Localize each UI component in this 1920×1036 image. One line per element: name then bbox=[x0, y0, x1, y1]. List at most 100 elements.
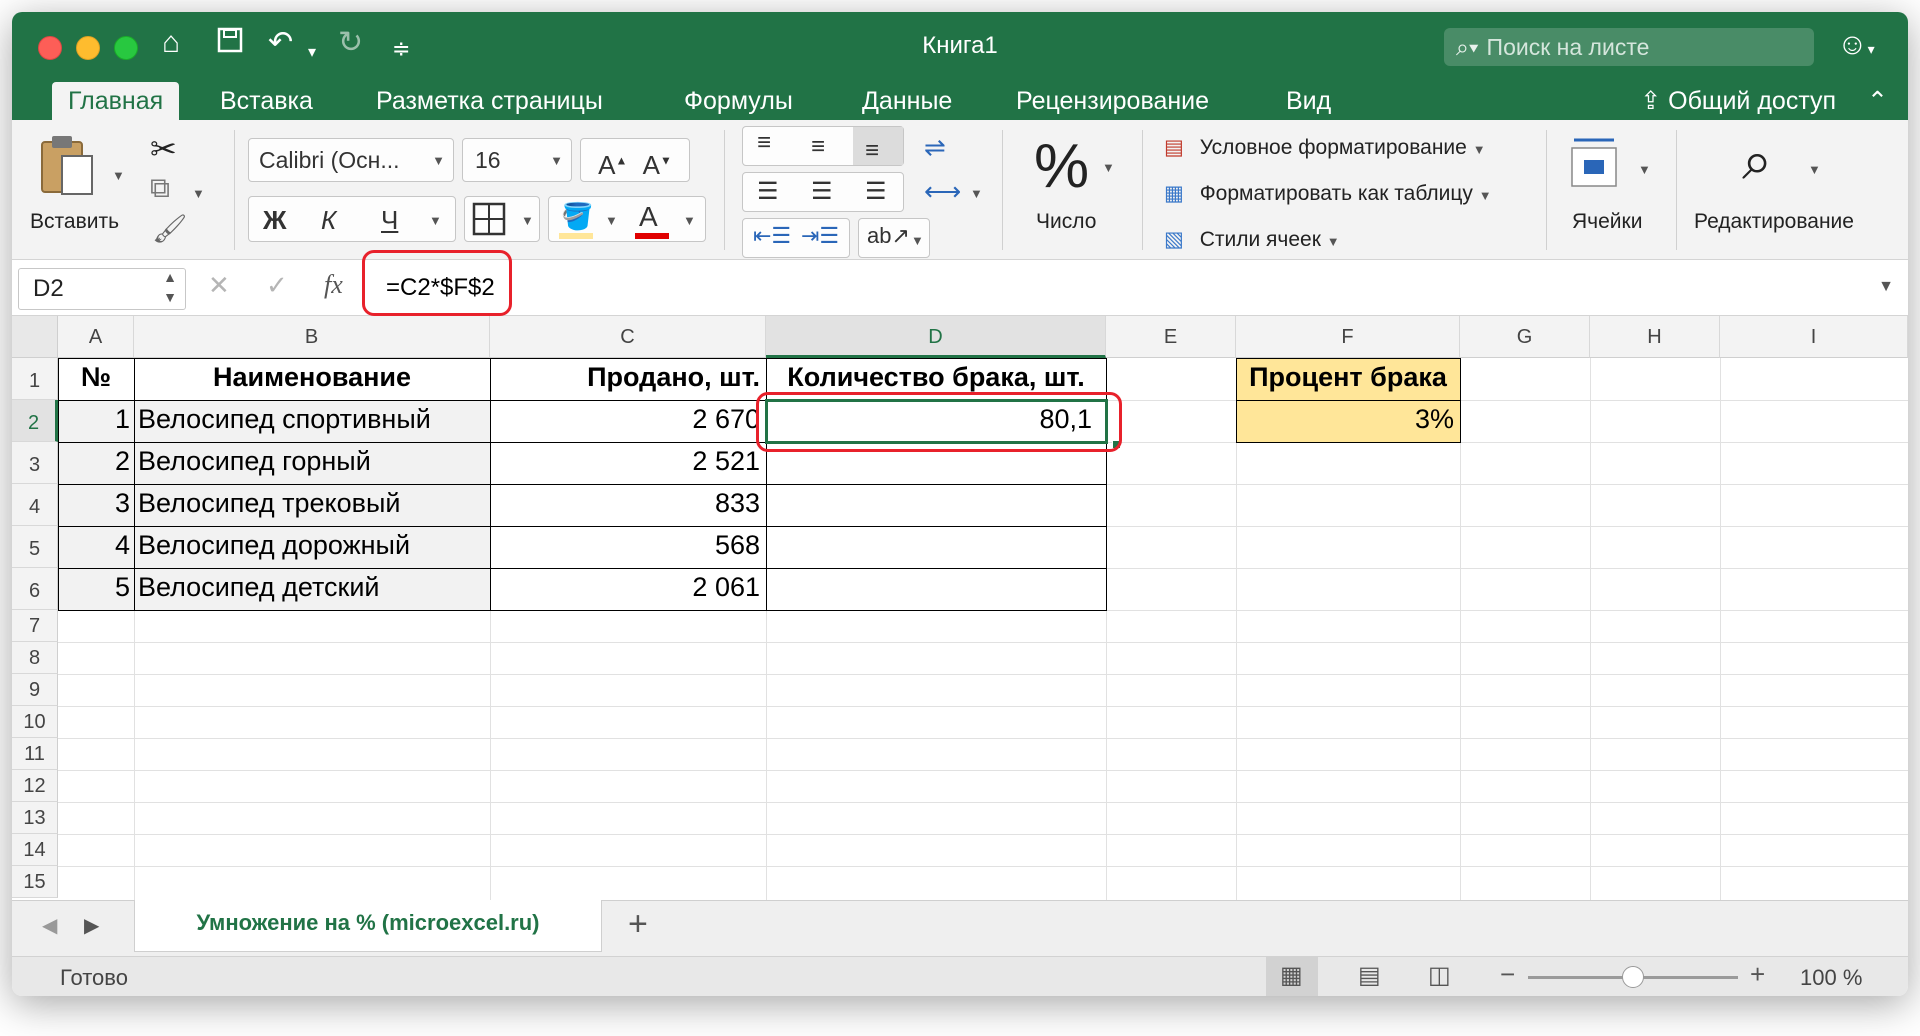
undo-icon[interactable]: ↶ bbox=[268, 26, 293, 60]
align-left-icon[interactable]: ☰ bbox=[757, 177, 779, 206]
column-header[interactable]: I bbox=[1720, 316, 1908, 358]
share-button[interactable]: ⇪ Общий доступ ⌃ bbox=[1640, 82, 1888, 120]
tab-review[interactable]: Рецензирование bbox=[1000, 82, 1225, 120]
search-input[interactable]: ⌕▾ Поиск на листе bbox=[1444, 28, 1814, 66]
cut-icon[interactable]: ✂ bbox=[150, 130, 177, 168]
home-icon[interactable]: ⌂ bbox=[162, 26, 180, 60]
underline-dropdown-icon[interactable]: ▼ bbox=[429, 213, 442, 228]
redo-icon[interactable]: ↻ bbox=[338, 26, 363, 60]
tab-view[interactable]: Вид bbox=[1270, 82, 1347, 120]
copy-icon[interactable]: ⧉ bbox=[150, 172, 170, 205]
column-header[interactable]: F bbox=[1236, 316, 1460, 358]
zoom-in-button[interactable]: + bbox=[1750, 959, 1765, 990]
percent-label-cell[interactable]: Процент брака bbox=[1236, 362, 1460, 393]
italic-button[interactable]: К bbox=[321, 205, 336, 236]
column-header[interactable]: C bbox=[490, 316, 766, 358]
editing-dropdown-icon[interactable]: ▼ bbox=[1808, 162, 1821, 177]
normal-view-button[interactable]: ▦ bbox=[1266, 957, 1318, 996]
tab-page-layout[interactable]: Разметка страницы bbox=[360, 82, 619, 120]
row-header[interactable]: 3 bbox=[12, 442, 58, 484]
font-size-select[interactable]: 16 ▼ bbox=[462, 138, 572, 182]
align-center-icon[interactable]: ☰ bbox=[811, 177, 833, 206]
minimize-window-button[interactable] bbox=[76, 36, 100, 60]
column-header[interactable]: B bbox=[134, 316, 490, 358]
page-layout-view-icon[interactable]: ▤ bbox=[1358, 961, 1381, 990]
row-header[interactable]: 15 bbox=[12, 866, 58, 898]
tab-data[interactable]: Данные bbox=[846, 82, 968, 120]
row-header-selected[interactable]: 2 bbox=[12, 400, 58, 442]
merge-cells-icon[interactable]: ⟷ bbox=[924, 176, 961, 207]
decrease-font-size-icon[interactable]: A▼ bbox=[643, 150, 672, 180]
header-cell-sold[interactable]: Продано, шт. bbox=[490, 362, 766, 393]
copy-dropdown-icon[interactable]: ▼ bbox=[192, 186, 205, 201]
font-name-select[interactable]: Calibri (Осн... ▼ bbox=[248, 138, 454, 182]
collapse-ribbon-icon[interactable]: ⌃ bbox=[1867, 87, 1888, 115]
cell-styles-button[interactable]: ▧ Стили ячеек ▼ bbox=[1164, 222, 1464, 258]
row-header[interactable]: 9 bbox=[12, 674, 58, 706]
merge-dropdown-icon[interactable]: ▼ bbox=[970, 186, 983, 201]
tab-insert[interactable]: Вставка bbox=[204, 82, 329, 120]
row-header[interactable]: 11 bbox=[12, 738, 58, 770]
cancel-formula-icon[interactable]: ✕ bbox=[208, 270, 230, 301]
percent-value-cell[interactable]: 3% bbox=[1236, 404, 1460, 435]
sheet-tab-active[interactable]: Умножение на % (microexcel.ru) bbox=[134, 900, 602, 952]
orientation-button[interactable]: ab↗ ▼ bbox=[858, 218, 930, 258]
feedback-smiley-icon[interactable]: ☺▾ bbox=[1837, 28, 1875, 62]
scroll-sheets-left-icon[interactable]: ◀ bbox=[42, 913, 57, 938]
add-sheet-button[interactable]: + bbox=[628, 905, 648, 944]
column-header[interactable]: G bbox=[1460, 316, 1590, 358]
header-cell-defects[interactable]: Количество брака, шт. bbox=[766, 362, 1106, 393]
page-break-view-icon[interactable]: ◫ bbox=[1428, 961, 1451, 990]
zoom-out-button[interactable]: − bbox=[1500, 959, 1515, 990]
increase-font-size-icon[interactable]: A▲ bbox=[598, 150, 627, 180]
fill-dropdown-icon[interactable]: ▼ bbox=[605, 213, 618, 228]
table-cell[interactable]: Велосипед дорожный bbox=[134, 530, 490, 561]
row-header[interactable]: 5 bbox=[12, 526, 58, 568]
name-box-stepper-icon[interactable]: ▲ ▼ bbox=[163, 267, 177, 307]
undo-dropdown-icon[interactable]: ▾ bbox=[308, 36, 316, 70]
zoom-window-button[interactable] bbox=[114, 36, 138, 60]
insert-function-icon[interactable]: fx bbox=[324, 270, 343, 300]
search-magnifier-icon[interactable]: ⌕ bbox=[1742, 130, 1772, 193]
table-cell[interactable]: 5 bbox=[58, 572, 134, 603]
table-cell[interactable]: Велосипед трековый bbox=[134, 488, 490, 519]
row-header[interactable]: 8 bbox=[12, 642, 58, 674]
table-cell[interactable]: 833 bbox=[490, 488, 766, 519]
wrap-text-icon[interactable]: ⇌ bbox=[924, 132, 946, 163]
row-header[interactable]: 10 bbox=[12, 706, 58, 738]
tab-home[interactable]: Главная bbox=[52, 82, 180, 120]
borders-button[interactable]: ▼ bbox=[464, 196, 540, 242]
select-all-corner[interactable] bbox=[12, 316, 58, 358]
align-right-icon[interactable]: ☰ bbox=[865, 177, 887, 206]
font-color-dropdown-icon[interactable]: ▼ bbox=[683, 213, 696, 228]
row-header[interactable]: 1 bbox=[12, 358, 58, 400]
save-icon[interactable] bbox=[216, 26, 244, 62]
align-top-icon[interactable]: ≡ bbox=[757, 129, 771, 157]
cells-dropdown-icon[interactable]: ▼ bbox=[1638, 162, 1651, 177]
header-cell-number[interactable]: № bbox=[58, 362, 134, 393]
expand-formula-bar-icon[interactable]: ▼ bbox=[1878, 278, 1894, 296]
table-cell[interactable]: Велосипед горный bbox=[134, 446, 490, 477]
confirm-formula-icon[interactable]: ✓ bbox=[266, 270, 288, 301]
customize-toolbar-icon[interactable]: ≑ bbox=[392, 32, 410, 66]
align-bottom-icon[interactable]: ≡ bbox=[853, 127, 903, 165]
number-dropdown-icon[interactable]: ▼ bbox=[1102, 160, 1115, 175]
table-cell[interactable]: 2 670 bbox=[490, 404, 766, 435]
table-cell[interactable]: 2 521 bbox=[490, 446, 766, 477]
column-header[interactable]: H bbox=[1590, 316, 1720, 358]
fill-color-icon[interactable]: 🪣 bbox=[561, 201, 593, 232]
format-painter-icon[interactable]: 🖌 bbox=[152, 212, 188, 245]
cells-button[interactable] bbox=[1568, 134, 1628, 194]
decrease-indent-icon[interactable]: ⇤☰ bbox=[753, 223, 791, 249]
table-cell[interactable]: 2 bbox=[58, 446, 134, 477]
align-middle-icon[interactable]: ≡ bbox=[811, 133, 825, 161]
underline-button[interactable]: Ч bbox=[381, 205, 398, 236]
formula-input[interactable] bbox=[368, 266, 1858, 310]
scroll-sheets-right-icon[interactable]: ▶ bbox=[84, 913, 99, 938]
font-color-icon[interactable]: A bbox=[639, 201, 658, 233]
column-header[interactable]: A bbox=[58, 316, 134, 358]
row-header[interactable]: 13 bbox=[12, 802, 58, 834]
row-header[interactable]: 7 bbox=[12, 610, 58, 642]
close-window-button[interactable] bbox=[38, 36, 62, 60]
name-box[interactable]: D2 ▲ ▼ bbox=[18, 268, 186, 310]
